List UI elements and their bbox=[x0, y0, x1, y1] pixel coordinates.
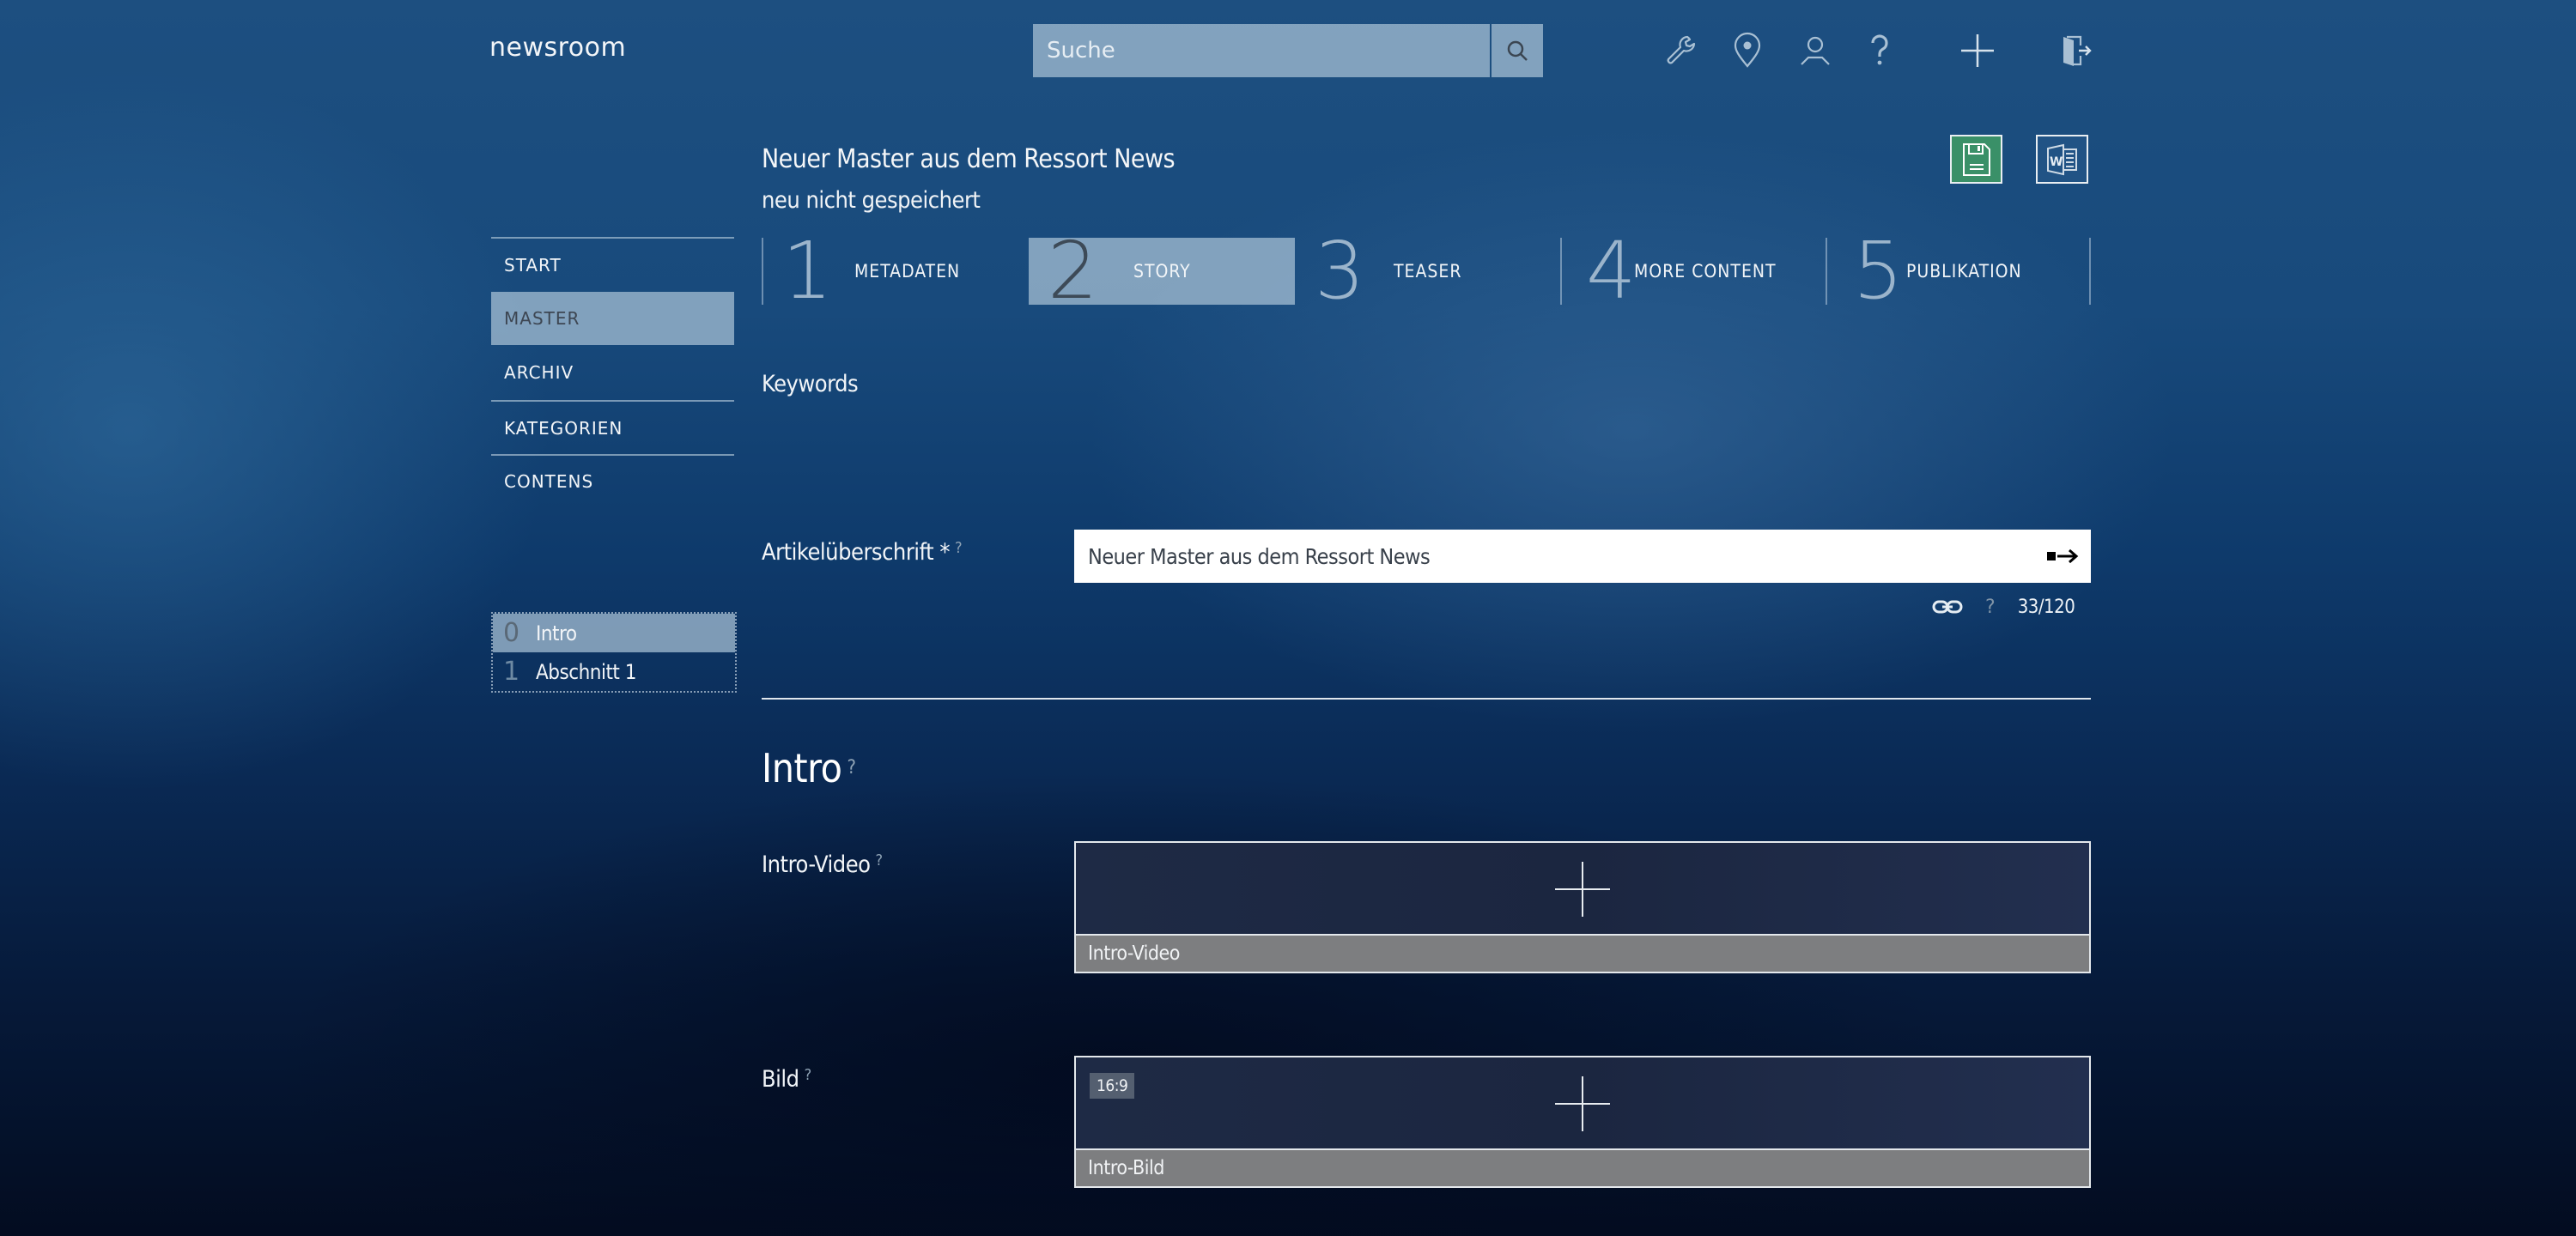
step-publikation[interactable]: 5 PUBLIKATION bbox=[1827, 225, 2089, 317]
section-label: Intro bbox=[536, 621, 577, 645]
step-number: 4 bbox=[1586, 225, 1637, 317]
intro-heading-text: Intro bbox=[762, 745, 842, 791]
sidebar-item-label: MASTER bbox=[504, 308, 580, 329]
step-label: MORE CONTENT bbox=[1634, 261, 1777, 282]
intro-video-dropzone[interactable]: Intro-Video bbox=[1074, 841, 2091, 973]
step-number: 1 bbox=[782, 225, 833, 317]
step-divider bbox=[2089, 238, 2091, 305]
logout-door-icon bbox=[2063, 35, 2092, 66]
step-label: METADATEN bbox=[854, 261, 961, 282]
sidebar-item-archiv[interactable]: ARCHIV bbox=[491, 346, 734, 399]
plus-icon bbox=[1961, 34, 1994, 67]
word-document-icon: W bbox=[2046, 143, 2077, 175]
sidebar-item-label: KATEGORIEN bbox=[504, 418, 623, 439]
sidebar-item-label: START bbox=[504, 255, 562, 276]
user-button[interactable] bbox=[1794, 29, 1837, 72]
help-icon[interactable]: ? bbox=[805, 1066, 812, 1084]
sidebar-item-kategorien[interactable]: KATEGORIEN bbox=[491, 402, 734, 455]
sidebar-item-start[interactable]: START bbox=[491, 239, 734, 292]
intro-video-label-text: Intro-Video bbox=[762, 851, 871, 878]
character-count: 33/120 bbox=[2017, 596, 2075, 618]
step-label: PUBLIKATION bbox=[1906, 261, 2022, 282]
location-pin-icon bbox=[1734, 32, 1761, 68]
step-label: STORY bbox=[1133, 261, 1191, 282]
user-icon bbox=[1801, 36, 1830, 65]
headline-meta: ? 33/120 bbox=[1932, 594, 2075, 620]
section-item-intro[interactable]: 0 Intro bbox=[493, 614, 735, 652]
step-teaser[interactable]: 3 TEASER bbox=[1296, 225, 1559, 317]
sidebar-item-contens[interactable]: CONTENS bbox=[491, 455, 734, 508]
section-label: Abschnitt 1 bbox=[536, 659, 636, 684]
section-number: 1 bbox=[503, 657, 520, 687]
sidebar-item-label: ARCHIV bbox=[504, 362, 574, 383]
add-button[interactable] bbox=[1956, 29, 1999, 72]
save-button[interactable] bbox=[1950, 135, 2002, 184]
brand-logo[interactable]: newsroom bbox=[489, 33, 626, 63]
intro-video-caption: Intro-Video bbox=[1076, 934, 2089, 972]
help-icon[interactable]: ? bbox=[876, 851, 884, 869]
svg-text:W: W bbox=[2050, 155, 2063, 169]
floppy-disk-icon bbox=[1962, 142, 1990, 176]
wrench-icon bbox=[1667, 35, 1696, 64]
headline-label: Artikelüberschrift *? bbox=[762, 539, 963, 566]
location-button[interactable] bbox=[1726, 29, 1769, 72]
help-icon[interactable]: ? bbox=[955, 539, 963, 557]
step-more-content[interactable]: 4 MORE CONTENT bbox=[1562, 225, 1826, 317]
help-icon[interactable]: ? bbox=[847, 757, 856, 779]
document-title: Neuer Master aus dem Ressort News bbox=[762, 144, 1176, 174]
help-icon bbox=[1871, 34, 1888, 65]
search-input[interactable] bbox=[1033, 24, 1490, 77]
intro-image-caption: Intro-Bild bbox=[1076, 1148, 2089, 1186]
image-label: Bild? bbox=[762, 1066, 811, 1093]
section-number: 0 bbox=[503, 618, 520, 648]
export-word-button[interactable]: W bbox=[2036, 135, 2088, 184]
step-label: TEASER bbox=[1394, 261, 1462, 282]
step-number: 5 bbox=[1853, 225, 1904, 317]
search-button[interactable] bbox=[1492, 24, 1543, 77]
intro-image-dropzone[interactable]: 16:9 Intro-Bild bbox=[1074, 1056, 2091, 1188]
link-icon[interactable] bbox=[1932, 598, 1963, 615]
settings-button[interactable] bbox=[1659, 29, 1702, 72]
step-metadaten[interactable]: 1 METADATEN bbox=[763, 225, 1027, 317]
image-label-text: Bild bbox=[762, 1066, 799, 1093]
keywords-label: Keywords bbox=[762, 371, 859, 397]
help-icon[interactable]: ? bbox=[1985, 597, 1996, 618]
aspect-ratio-badge: 16:9 bbox=[1090, 1073, 1135, 1099]
document-status: neu nicht gespeichert bbox=[762, 187, 981, 214]
section-list: 0 Intro 1 Abschnitt 1 bbox=[491, 612, 737, 693]
headline-apply-button[interactable] bbox=[2044, 541, 2081, 572]
plus-icon[interactable] bbox=[1555, 862, 1610, 917]
arrow-right-icon bbox=[2047, 548, 2079, 564]
intro-video-label: Intro-Video? bbox=[762, 851, 883, 878]
sidebar-item-label: CONTENS bbox=[504, 471, 594, 492]
search-icon bbox=[1507, 40, 1528, 61]
section-item-abschnitt-1[interactable]: 1 Abschnitt 1 bbox=[493, 652, 735, 691]
intro-heading: Intro? bbox=[762, 745, 856, 791]
plus-icon[interactable] bbox=[1555, 1076, 1610, 1131]
logout-button[interactable] bbox=[2054, 29, 2097, 72]
step-story[interactable]: 2 STORY bbox=[1029, 225, 1295, 317]
section-divider bbox=[762, 698, 2091, 700]
step-number: 2 bbox=[1048, 225, 1098, 317]
headline-label-text: Artikelüberschrift * bbox=[762, 539, 951, 566]
sidebar-item-master[interactable]: MASTER bbox=[491, 292, 734, 345]
headline-input[interactable] bbox=[1074, 530, 2091, 583]
step-number: 3 bbox=[1315, 225, 1365, 317]
help-button[interactable] bbox=[1858, 29, 1901, 72]
